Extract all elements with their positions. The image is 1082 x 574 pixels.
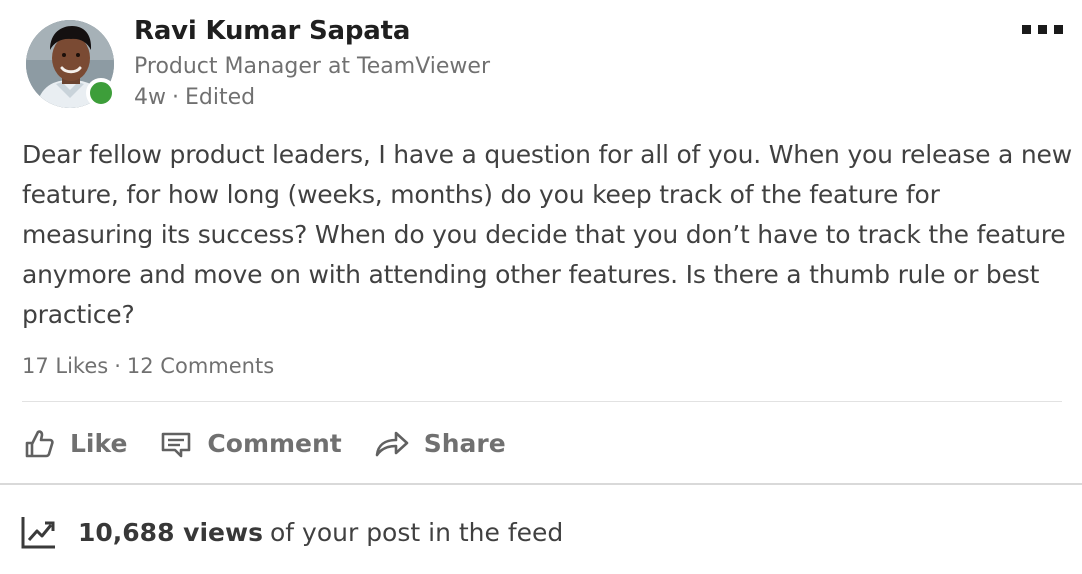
feed-post: Ravi Kumar Sapata Product Manager at Tea… (0, 0, 1082, 484)
like-button[interactable]: Like (22, 421, 127, 465)
meta-separator: · (172, 85, 179, 110)
share-button[interactable]: Share (374, 421, 506, 465)
more-options-button[interactable] (1022, 22, 1068, 36)
social-actions-bar: Like Comment Share (22, 421, 538, 465)
comment-label: Comment (207, 428, 342, 458)
ellipsis-icon (1038, 24, 1047, 34)
post-divider (22, 401, 1062, 402)
comments-count-link[interactable]: 12 Comments (127, 354, 274, 378)
edited-label: Edited (185, 85, 256, 110)
post-text: Dear fellow product leaders, I have a qu… (22, 140, 1072, 329)
comment-button[interactable]: Comment (159, 421, 342, 465)
post-views-analytics-link[interactable]: 10,688 views of your post in the feed (20, 510, 563, 554)
post-time: 4w (134, 85, 166, 110)
online-status-indicator (86, 78, 116, 108)
trending-chart-icon (21, 517, 55, 549)
counts-separator: · (114, 354, 121, 378)
likes-count-link[interactable]: 17 Likes (22, 354, 108, 378)
author-name[interactable]: Ravi Kumar Sapata (134, 16, 410, 46)
author-avatar[interactable] (26, 20, 116, 108)
like-label: Like (70, 428, 128, 458)
section-divider (0, 483, 1082, 485)
ellipsis-icon (1054, 24, 1063, 34)
thumbs-up-icon (25, 430, 54, 458)
ellipsis-icon (1022, 24, 1031, 34)
social-counts: 17 Likes · 12 Comments (22, 354, 274, 378)
share-arrow-icon (375, 431, 409, 457)
views-count: 10,688 views (78, 517, 263, 547)
speech-bubble-icon (162, 432, 191, 458)
views-suffix: of your post in the feed (269, 517, 564, 547)
author-headline: Product Manager at TeamViewer (134, 54, 490, 79)
share-label: Share (423, 428, 506, 458)
post-meta: 4w · Edited (134, 85, 255, 110)
